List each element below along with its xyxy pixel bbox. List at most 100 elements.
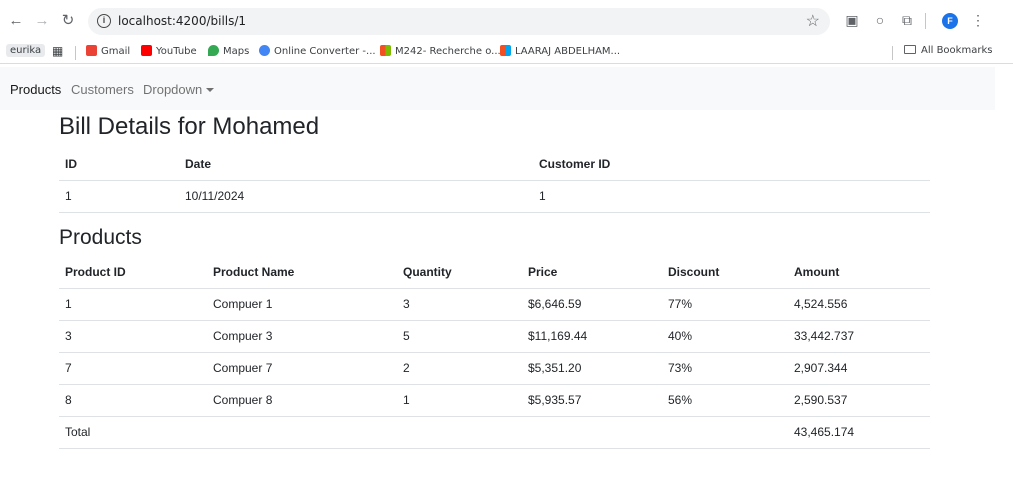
cell-discount: 77% (662, 288, 788, 321)
empty-cell (662, 415, 788, 449)
cell-product-id: 3 (59, 320, 207, 353)
extensions-puzzle-icon[interactable]: ⧉ (899, 12, 915, 28)
cell-product-id: 7 (59, 352, 207, 385)
cell-quantity: 5 (397, 320, 522, 353)
bill-header-id: ID (59, 148, 179, 181)
bookmark-divider (75, 46, 76, 60)
address-bar[interactable]: i localhost:4200/bills/1 ☆ (88, 8, 830, 35)
cell-product-name: Compuer 3 (207, 320, 397, 353)
bookmark-divider (892, 46, 893, 60)
total-label: Total (59, 415, 207, 449)
bill-header-customer-id: Customer ID (533, 148, 930, 181)
bill-table: ID Date Customer ID 1 10/11/2024 1 (59, 148, 930, 213)
maps-pin-icon (208, 45, 219, 56)
url-text[interactable]: localhost:4200/bills/1 (118, 14, 246, 28)
empty-cell (397, 415, 522, 449)
cell-product-name: Compuer 8 (207, 384, 397, 417)
cell-quantity: 3 (397, 288, 522, 321)
bookmark-label: Maps (223, 46, 250, 57)
toolbar-divider (925, 13, 926, 29)
extension-icon[interactable]: ▣ (844, 12, 860, 28)
bookmark-star-icon[interactable]: ☆ (806, 11, 820, 31)
bookmark-label: LAARAJ ABDELHAM... (515, 46, 621, 57)
cell-price: $6,646.59 (522, 288, 662, 321)
cell-amount: 2,907.344 (788, 352, 930, 385)
products-section-title: Products (59, 226, 142, 249)
header-price: Price (522, 256, 662, 289)
gmail-icon (86, 45, 97, 56)
bookmark-label: M242- Recherche o... (395, 46, 501, 57)
header-quantity: Quantity (397, 256, 522, 289)
cell-amount: 4,524.556 (788, 288, 930, 321)
bill-id-cell: 1 (59, 180, 179, 213)
cell-product-name: Compuer 1 (207, 288, 397, 321)
table-row: 3 Compuer 3 5 $11,169.44 40% 33,442.737 (59, 320, 930, 353)
browser-toolbar: ← → ↻ i localhost:4200/bills/1 ☆ ▣ ○ ⧉ F… (0, 0, 1013, 42)
bill-header-row: ID Date Customer ID (59, 148, 930, 181)
nav-products[interactable]: Products (10, 82, 61, 97)
bill-header-date: Date (179, 148, 533, 181)
reload-icon[interactable]: ↻ (58, 11, 78, 31)
cell-quantity: 1 (397, 384, 522, 417)
empty-cell (207, 415, 397, 449)
bookmark-maps[interactable]: Maps (208, 45, 249, 57)
bill-customer-id-cell: 1 (533, 180, 930, 213)
cell-product-name: Compuer 7 (207, 352, 397, 385)
bookmark-label: Gmail (101, 46, 131, 57)
nav-dropdown-label: Dropdown (143, 82, 203, 97)
bookmark-online-converter[interactable]: Online Converter -... (259, 45, 376, 57)
youtube-icon (141, 45, 152, 56)
nav-customers[interactable]: Customers (71, 82, 134, 97)
cell-product-id: 8 (59, 384, 207, 417)
bookmarks-bar: eurika ▦ Gmail YouTube Maps Online Conve… (0, 42, 1013, 64)
total-row: Total 43,465.174 (59, 415, 930, 449)
site-info-icon[interactable]: i (97, 14, 111, 28)
page-title: Bill Details for Mohamed (59, 113, 320, 140)
nav-dropdown[interactable]: Dropdown (143, 82, 215, 97)
cell-discount: 56% (662, 384, 788, 417)
back-arrow-icon[interactable]: ← (6, 11, 26, 31)
all-bookmarks[interactable]: All Bookmarks (904, 45, 992, 56)
cell-discount: 40% (662, 320, 788, 353)
bookmark-youtube[interactable]: YouTube (141, 45, 197, 57)
header-discount: Discount (662, 256, 788, 289)
bookmark-laaraj[interactable]: LAARAJ ABDELHAM... (500, 45, 620, 57)
table-row: 8 Compuer 8 1 $5,935.57 56% 2,590.537 (59, 384, 930, 417)
cell-discount: 73% (662, 352, 788, 385)
menu-kebab-icon[interactable]: ⋮ (970, 12, 986, 28)
microsoft-icon (500, 45, 511, 56)
products-header-row: Product ID Product Name Quantity Price D… (59, 256, 930, 289)
bookmark-gmail[interactable]: Gmail (86, 45, 130, 57)
cell-amount: 33,442.737 (788, 320, 930, 353)
extension-circle-icon[interactable]: ○ (872, 12, 888, 28)
header-amount: Amount (788, 256, 930, 289)
app-navbar: Products Customers Dropdown (0, 67, 995, 110)
cell-price: $5,935.57 (522, 384, 662, 417)
header-product-name: Product Name (207, 256, 397, 289)
microsoft-icon (380, 45, 391, 56)
table-row: 1 Compuer 1 3 $6,646.59 77% 4,524.556 (59, 288, 930, 321)
products-table: Product ID Product Name Quantity Price D… (59, 256, 930, 449)
table-row: 7 Compuer 7 2 $5,351.20 73% 2,907.344 (59, 352, 930, 385)
bookmark-label: YouTube (156, 46, 197, 57)
table-row: 1 10/11/2024 1 (59, 180, 930, 213)
converter-icon (259, 45, 270, 56)
bookmark-label: Online Converter -... (274, 46, 376, 57)
bill-date-cell: 10/11/2024 (179, 180, 533, 213)
forward-arrow-icon[interactable]: → (32, 11, 52, 31)
bookmark-m242[interactable]: M242- Recherche o... (380, 45, 501, 57)
all-bookmarks-label: All Bookmarks (921, 45, 993, 56)
cell-price: $11,169.44 (522, 320, 662, 353)
cell-amount: 2,590.537 (788, 384, 930, 417)
bookmark-eurika[interactable]: eurika (6, 44, 46, 57)
cell-quantity: 2 (397, 352, 522, 385)
folder-icon (904, 45, 916, 54)
header-product-id: Product ID (59, 256, 207, 289)
cell-product-id: 1 (59, 288, 207, 321)
cell-price: $5,351.20 (522, 352, 662, 385)
profile-avatar[interactable]: F (942, 13, 958, 29)
empty-cell (522, 415, 662, 449)
caret-down-icon (206, 88, 215, 92)
total-amount: 43,465.174 (788, 415, 930, 449)
apps-grid-icon[interactable]: ▦ (52, 44, 63, 58)
